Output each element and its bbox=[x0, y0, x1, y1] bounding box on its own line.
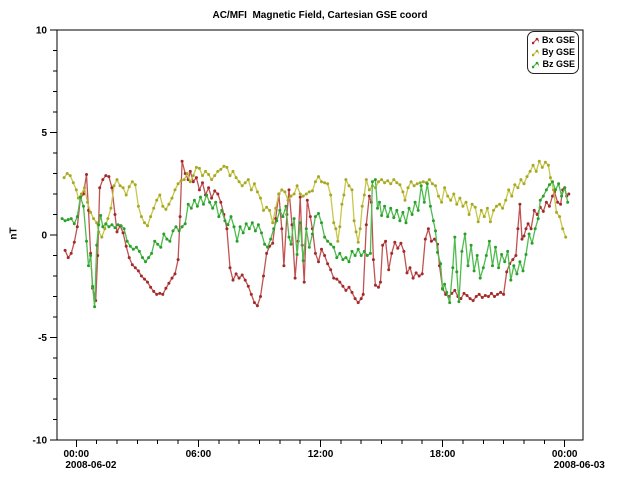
legend-label-by: By GSE bbox=[542, 47, 575, 58]
svg-text:18:00: 18:00 bbox=[430, 449, 456, 460]
svg-text:2008-06-03: 2008-06-03 bbox=[554, 460, 606, 471]
svg-text:10: 10 bbox=[36, 26, 48, 37]
svg-text:06:00: 06:00 bbox=[186, 449, 212, 460]
by-line-sample-icon bbox=[532, 48, 539, 58]
bz-line-sample-icon bbox=[532, 60, 539, 70]
svg-text:12:00: 12:00 bbox=[308, 449, 334, 460]
bx-line-sample-icon bbox=[532, 36, 539, 46]
svg-text:2008-06-02: 2008-06-02 bbox=[65, 460, 117, 471]
legend[interactable]: Bx GSE By GSE Bz GSE bbox=[527, 31, 579, 74]
svg-text:-5: -5 bbox=[38, 333, 47, 344]
svg-text:00:00: 00:00 bbox=[64, 449, 90, 460]
legend-label-bz: Bz GSE bbox=[542, 59, 575, 70]
svg-text:00:00: 00:00 bbox=[552, 449, 578, 460]
plot-window: AC/MFI Magnetic Field, Cartesian GSE coo… bbox=[0, 0, 640, 480]
legend-item-by[interactable]: By GSE bbox=[532, 47, 575, 58]
legend-item-bz[interactable]: Bz GSE bbox=[532, 59, 575, 70]
svg-text:-10: -10 bbox=[33, 436, 48, 447]
svg-text:5: 5 bbox=[41, 128, 47, 139]
legend-label-bx: Bx GSE bbox=[542, 35, 575, 46]
legend-item-bx[interactable]: Bx GSE bbox=[532, 35, 575, 46]
svg-text:0: 0 bbox=[41, 231, 47, 242]
